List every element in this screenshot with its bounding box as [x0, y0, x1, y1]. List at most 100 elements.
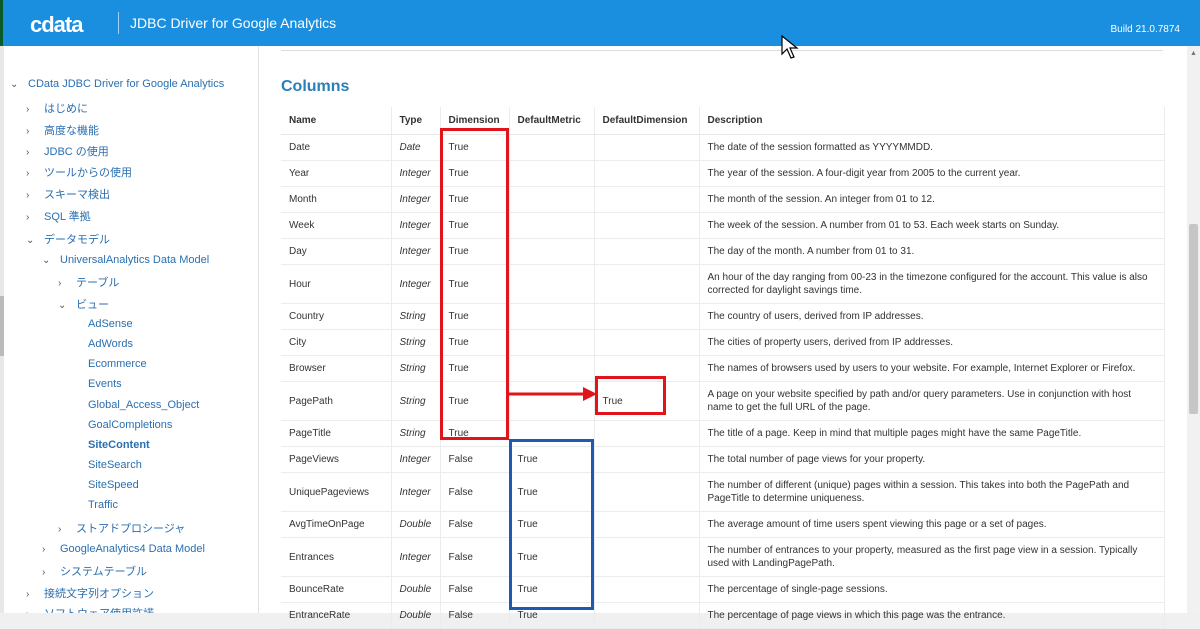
sidebar-item[interactable]: › ストアドプロシージャ	[58, 520, 185, 536]
sidebar-scrollbar[interactable]	[0, 46, 4, 613]
build-version: Build 21.0.7874	[1110, 24, 1180, 35]
chevron-right-icon[interactable]: ›	[26, 589, 36, 600]
sidebar-item[interactable]: GoalCompletions	[88, 419, 172, 431]
cell-dimension: False	[440, 446, 510, 473]
table-row: Country String True The country of users, d…	[281, 303, 1165, 330]
cell-default-metric	[509, 264, 595, 304]
cell-type: Integer	[391, 238, 441, 265]
sidebar-item-label: AdWords	[88, 338, 134, 350]
sidebar-item[interactable]: › はじめに	[26, 100, 88, 116]
chevron-down-icon[interactable]: ⌄	[58, 300, 68, 311]
table-row: Browser String True The names of browsers u…	[281, 355, 1165, 382]
sidebar-item[interactable]: ⌄ CData JDBC Driver for Google Analytics	[10, 78, 224, 90]
sidebar-item-label: 接続文字列オプション	[44, 588, 154, 600]
sidebar-item-label: CData JDBC Driver for Google Analytics	[28, 78, 225, 90]
cell-dimension: False	[440, 511, 510, 538]
app-title: JDBC Driver for Google Analytics	[130, 15, 337, 31]
sidebar-item-label: データモデル	[44, 234, 110, 246]
cell-name: Week	[281, 212, 392, 239]
cell-type: Double	[391, 511, 441, 538]
chevron-down-icon[interactable]: ⌄	[26, 235, 36, 246]
table-row: UniquePageviews Integer False True The numbe…	[281, 472, 1165, 512]
chevron-right-icon[interactable]: ›	[42, 544, 52, 555]
cell-name: UniquePageviews	[281, 472, 392, 512]
sidebar-item[interactable]: Global_Access_Object	[88, 399, 199, 411]
sidebar-item[interactable]: › テーブル	[58, 274, 119, 290]
table-row: City String True The cities of property use…	[281, 329, 1165, 356]
sidebar-item[interactable]: › ソフトウェア使用許諾	[26, 605, 154, 613]
main-content: Columns Name Type Dimension DefaultMetri…	[259, 46, 1187, 629]
table-row: Month Integer True The month of the session…	[281, 186, 1165, 213]
chevron-down-icon[interactable]: ⌄	[10, 79, 20, 90]
sidebar-item[interactable]: › SQL 準拠	[26, 208, 91, 224]
section-heading: Columns	[281, 78, 350, 95]
sidebar-item[interactable]: AdWords	[88, 338, 133, 350]
window-edge	[0, 0, 3, 46]
cell-type: Double	[391, 602, 441, 629]
sidebar-item-label: ストアドプロシージャ	[76, 523, 186, 535]
chevron-right-icon[interactable]: ›	[42, 567, 52, 578]
sidebar-item-label: SiteContent	[88, 439, 150, 451]
sidebar-item[interactable]: › ツールからの使用	[26, 164, 132, 180]
cell-default-dimension	[594, 264, 700, 304]
sidebar-scroll-thumb[interactable]	[0, 296, 4, 356]
cell-type: Integer	[391, 472, 441, 512]
page-scroll-thumb[interactable]	[1189, 224, 1198, 414]
table-row: PagePath String True True A page on your web…	[281, 381, 1165, 421]
sidebar-item-label: 高度な機能	[44, 125, 99, 137]
page-scrollbar[interactable]	[1187, 46, 1200, 613]
sidebar-item[interactable]: AdSense	[88, 318, 133, 330]
cell-default-dimension	[594, 303, 700, 330]
cell-name: Month	[281, 186, 392, 213]
sidebar-item[interactable]: Ecommerce	[88, 358, 147, 370]
mouse-cursor-icon	[781, 34, 799, 59]
sidebar-item[interactable]: Traffic	[88, 499, 118, 511]
sidebar-item[interactable]: › スキーマ検出	[26, 186, 110, 202]
cdata-logo[interactable]: cdata	[30, 12, 83, 38]
sidebar-item[interactable]: › GoogleAnalytics4 Data Model	[42, 543, 205, 555]
chevron-right-icon[interactable]: ›	[26, 168, 36, 179]
chevron-right-icon[interactable]: ›	[58, 524, 68, 535]
default-metric-highlight-box	[509, 439, 594, 610]
cell-default-metric	[509, 238, 595, 265]
sidebar-item-label: Events	[88, 378, 122, 390]
table-row: Week Integer True The week of the session. …	[281, 212, 1165, 239]
sidebar-item[interactable]: › JDBC の使用	[26, 143, 109, 159]
scroll-up-arrow-icon[interactable]: ▲	[1190, 50, 1197, 57]
cell-name: Day	[281, 238, 392, 265]
chevron-right-icon[interactable]: ›	[26, 147, 36, 158]
cell-type: Integer	[391, 446, 441, 473]
chevron-down-icon[interactable]: ⌄	[42, 255, 52, 266]
cell-description: The week of the session. A number from 0…	[699, 212, 1165, 239]
sidebar-item[interactable]: › 接続文字列オプション	[26, 585, 154, 601]
sidebar-item-label: GoalCompletions	[88, 419, 173, 431]
sidebar-item[interactable]: Events	[88, 378, 122, 390]
chevron-right-icon[interactable]: ›	[26, 190, 36, 201]
chevron-right-icon[interactable]: ›	[26, 104, 36, 115]
sidebar-item[interactable]: ⌄ ビュー	[58, 296, 109, 312]
sidebar-item[interactable]: SiteSearch	[88, 459, 142, 471]
sidebar-item[interactable]: SiteSpeed	[88, 479, 139, 491]
chevron-right-icon[interactable]: ›	[58, 278, 68, 289]
cell-default-metric	[509, 329, 595, 356]
sidebar-item[interactable]: › 高度な機能	[26, 122, 99, 138]
cell-description: The number of entrances to your property…	[699, 537, 1165, 577]
sidebar-item[interactable]: › システムテーブル	[42, 563, 147, 579]
sidebar-item[interactable]: ⌄ UniversalAnalytics Data Model	[42, 254, 209, 266]
table-header-row: Name Type Dimension DefaultMetric Defaul…	[281, 107, 1165, 135]
chevron-right-icon[interactable]: ›	[26, 212, 36, 223]
chevron-right-icon[interactable]: ›	[26, 609, 36, 613]
chevron-right-icon[interactable]: ›	[26, 126, 36, 137]
cell-default-dimension	[594, 537, 700, 577]
table-row: AvgTimeOnPage Double False True The average …	[281, 511, 1165, 538]
sidebar-item-label: テーブル	[76, 277, 120, 289]
columns-table: Name Type Dimension DefaultMetric Defaul…	[281, 107, 1165, 629]
cell-default-dimension	[594, 576, 700, 603]
sidebar-item[interactable]: ⌄ データモデル	[26, 231, 110, 247]
sidebar-item[interactable]: SiteContent	[88, 439, 150, 451]
sidebar-item-label: SQL 準拠	[44, 211, 91, 223]
sidebar-item-label: スキーマ検出	[44, 189, 110, 201]
sidebar-nav: ⌄ CData JDBC Driver for Google Analytics ›…	[0, 46, 259, 613]
cell-name: Year	[281, 160, 392, 187]
arrow-right-icon	[509, 387, 597, 401]
